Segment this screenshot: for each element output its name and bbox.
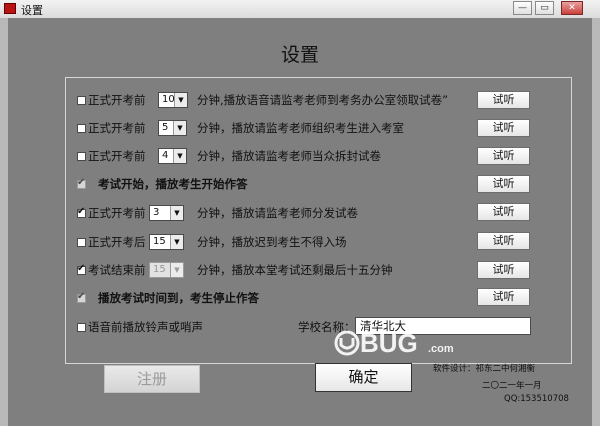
minimize-button[interactable]: — bbox=[513, 1, 532, 15]
window-title: 设置 bbox=[21, 4, 43, 17]
row-7-minutes-select[interactable]: 15 ▼ bbox=[149, 262, 184, 278]
svg-text:.com: .com bbox=[428, 343, 454, 355]
row-5-description: 分钟，播放请监考老师分发试卷 bbox=[197, 206, 358, 220]
register-button[interactable]: 注册 bbox=[104, 365, 200, 393]
row-6-listen-button[interactable]: 试听 bbox=[477, 232, 530, 250]
row-3-description: 分钟，播放请监考老师当众拆封试卷 bbox=[197, 149, 381, 163]
close-button[interactable]: ✕ bbox=[561, 1, 583, 15]
release-date: 二〇二一年一月 bbox=[482, 381, 542, 391]
ring-option-checkbox[interactable] bbox=[77, 323, 86, 332]
row-4-label: 考试开始，播放考生开始作答 bbox=[98, 177, 248, 191]
uebug-watermark-logo: BUG .com bbox=[334, 328, 454, 358]
row-2-checkbox[interactable] bbox=[77, 124, 86, 133]
chevron-down-icon: ▼ bbox=[173, 121, 186, 135]
row-7-checkbox[interactable] bbox=[77, 263, 86, 275]
row-6-checkbox[interactable] bbox=[77, 238, 86, 247]
row-6-description: 分钟，播放迟到考生不得入场 bbox=[197, 235, 347, 249]
row-6-minutes-value: 15 bbox=[153, 236, 166, 247]
window-border-right bbox=[592, 18, 600, 426]
chevron-down-icon: ▼ bbox=[174, 93, 187, 107]
row-3-checkbox[interactable] bbox=[77, 152, 86, 161]
row-1-listen-button[interactable]: 试听 bbox=[477, 91, 530, 109]
row-3-listen-button[interactable]: 试听 bbox=[477, 147, 530, 165]
row-2-minutes-select[interactable]: 5 ▼ bbox=[158, 120, 187, 136]
row-5-label: 正式开考前 bbox=[88, 206, 146, 220]
row-5-checkbox[interactable] bbox=[77, 206, 86, 218]
row-2-description: 分钟，播放请监考老师组织考生进入考室 bbox=[197, 121, 404, 135]
dialog-client-area: 设置 正式开考前 10 ▼ 分钟,播放语音请监考老师到考务办公室领取试卷” 试听… bbox=[8, 18, 592, 426]
row-1-minutes-select[interactable]: 10 ▼ bbox=[158, 92, 188, 108]
row-2-label: 正式开考前 bbox=[88, 121, 146, 135]
svg-text:BUG: BUG bbox=[360, 328, 418, 358]
row-3-label: 正式开考前 bbox=[88, 149, 146, 163]
row-4-listen-button[interactable]: 试听 bbox=[477, 175, 530, 193]
row-1-description: 分钟,播放语音请监考老师到考务办公室领取试卷” bbox=[197, 93, 449, 107]
maximize-button[interactable]: ▭ bbox=[535, 1, 554, 15]
window-border-left bbox=[0, 18, 8, 426]
row-7-listen-button[interactable]: 试听 bbox=[477, 261, 530, 279]
row-3-minutes-value: 4 bbox=[162, 150, 169, 161]
row-5-minutes-value: 3 bbox=[153, 207, 160, 218]
row-1-minutes-value: 10 bbox=[162, 94, 175, 105]
title-bar: 设置 — ▭ ✕ bbox=[0, 0, 600, 19]
row-5-minutes-select[interactable]: 3 ▼ bbox=[149, 205, 184, 221]
row-6-minutes-select[interactable]: 15 ▼ bbox=[149, 234, 184, 250]
row-8-checkbox[interactable] bbox=[77, 291, 86, 303]
row-1-checkbox[interactable] bbox=[77, 96, 86, 105]
row-8-label: 播放考试时间到，考生停止作答 bbox=[98, 291, 259, 305]
row-7-description: 分钟，播放本堂考试还剩最后十五分钟 bbox=[197, 263, 393, 277]
row-1-label: 正式开考前 bbox=[88, 93, 146, 107]
row-6-label: 正式开考后 bbox=[88, 235, 146, 249]
row-3-minutes-select[interactable]: 4 ▼ bbox=[158, 148, 187, 164]
chevron-down-icon: ▼ bbox=[170, 206, 183, 220]
row-4-checkbox[interactable] bbox=[77, 177, 86, 189]
dialog-title: 设置 bbox=[280, 44, 319, 66]
row-5-listen-button[interactable]: 试听 bbox=[477, 203, 530, 221]
row-8-listen-button[interactable]: 试听 bbox=[477, 288, 530, 306]
ring-option-label: 语音前播放铃声或哨声 bbox=[88, 320, 203, 334]
qq-contact: QQ:153510708 bbox=[504, 394, 569, 404]
row-2-minutes-value: 5 bbox=[162, 122, 169, 133]
software-design-credit: 软件设计：祁东二中何湘衡 bbox=[433, 364, 536, 374]
chevron-down-icon: ▼ bbox=[170, 263, 183, 277]
ok-button[interactable]: 确定 bbox=[315, 363, 412, 392]
chevron-down-icon: ▼ bbox=[170, 235, 183, 249]
chevron-down-icon: ▼ bbox=[173, 149, 186, 163]
row-7-label: 考试结束前 bbox=[88, 263, 146, 277]
row-2-listen-button[interactable]: 试听 bbox=[477, 119, 530, 137]
row-7-minutes-value: 15 bbox=[153, 264, 166, 275]
app-icon bbox=[4, 3, 16, 14]
